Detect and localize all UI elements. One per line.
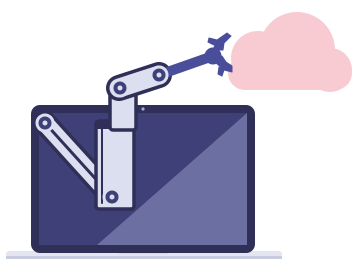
- illustration: [6, 12, 352, 259]
- gripper-claw-icon: [204, 32, 233, 77]
- cloud-icon: [228, 12, 352, 92]
- webcam: [141, 107, 145, 111]
